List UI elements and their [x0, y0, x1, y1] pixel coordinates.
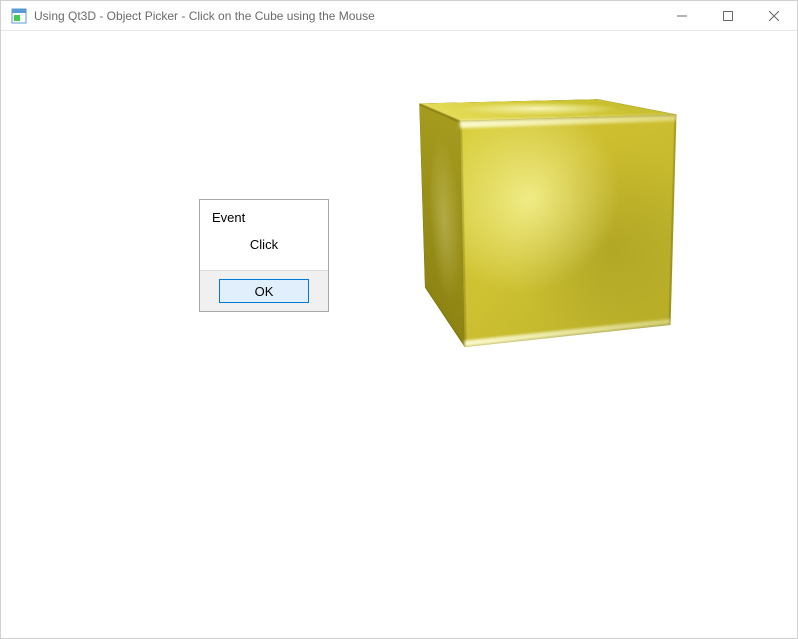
- titlebar-controls: [659, 1, 797, 30]
- app-window: Using Qt3D - Object Picker - Click on th…: [0, 0, 798, 639]
- app-icon: [11, 8, 27, 24]
- window-title: Using Qt3D - Object Picker - Click on th…: [34, 9, 659, 23]
- viewport-3d[interactable]: [19, 49, 785, 618]
- close-button[interactable]: [751, 1, 797, 30]
- minimize-button[interactable]: [659, 1, 705, 30]
- ok-button[interactable]: OK: [219, 279, 309, 303]
- dialog-footer: OK: [200, 270, 328, 311]
- dialog-title: Event: [212, 210, 316, 225]
- cube-object[interactable]: [439, 109, 669, 339]
- dialog-message: Click: [212, 237, 316, 252]
- event-dialog: Event Click OK: [199, 199, 329, 312]
- titlebar: Using Qt3D - Object Picker - Click on th…: [1, 1, 797, 31]
- maximize-button[interactable]: [705, 1, 751, 30]
